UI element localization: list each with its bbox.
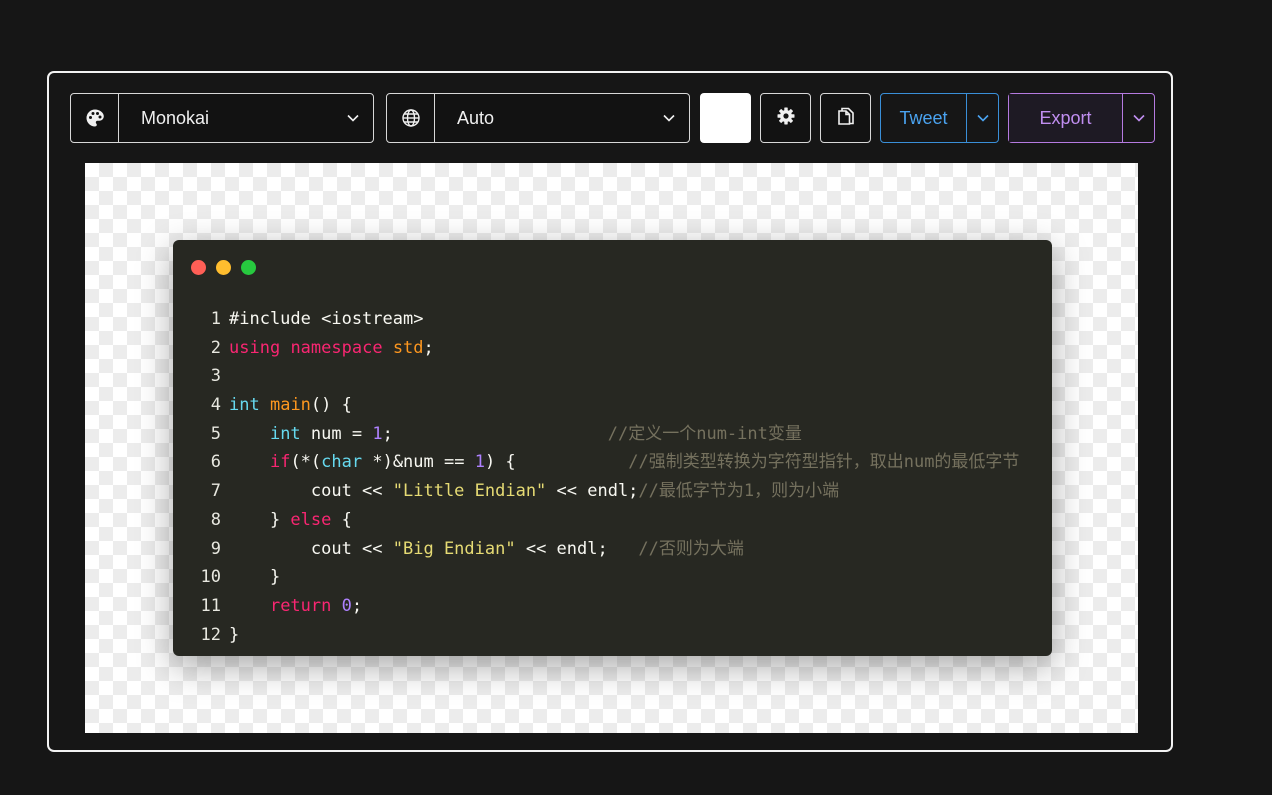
code-line-text: } else {	[229, 509, 352, 530]
line-number: 12	[200, 624, 221, 645]
line-number: 9	[210, 538, 221, 559]
code-line-text: cout << "Big Endian" << endl; //否则为大端	[229, 538, 744, 559]
line-number: 10	[200, 567, 221, 588]
close-dot	[191, 260, 206, 275]
code-line-text: cout << "Little Endian" << endl;//最低字节为1…	[229, 481, 840, 502]
globe-icon	[387, 94, 435, 142]
code-line: 3	[193, 362, 1019, 391]
line-number: 7	[210, 481, 221, 502]
code-line-text: }	[229, 624, 240, 645]
background-color-picker[interactable]	[700, 93, 751, 143]
copy-button[interactable]	[820, 93, 871, 143]
maximize-dot	[241, 260, 256, 275]
palette-icon	[71, 94, 119, 142]
code-line: 11 return 0;	[193, 592, 1019, 621]
line-number: 11	[200, 595, 221, 616]
chevron-down-icon	[976, 109, 989, 127]
code-line: 8 } else {	[193, 506, 1019, 535]
code-line: 2 using namespace std;	[193, 334, 1019, 363]
code-window: 1 #include <iostream> 2 using namespace std…	[173, 240, 1052, 656]
settings-button[interactable]	[760, 93, 811, 143]
line-number: 1	[210, 309, 221, 329]
line-number: 8	[210, 509, 221, 530]
code-line-text: #include <iostream>	[229, 309, 424, 329]
export-canvas: 1 #include <iostream> 2 using namespace std…	[85, 163, 1138, 733]
chevron-down-icon	[649, 114, 689, 122]
code-line-text: if(*(char *)&num == 1) { //强制类型转换为字符型指针，…	[269, 452, 1020, 473]
tweet-button[interactable]: Tweet	[881, 94, 967, 142]
code-line-text: return 0;	[269, 595, 363, 616]
code-line: 9 cout << "Big Endian" << endl; //否则为大端	[193, 535, 1019, 564]
code-line-text: int num = 1; //定义一个num-int变量	[269, 423, 802, 444]
theme-select-value: Monokai	[141, 107, 210, 128]
theme-select[interactable]: Monokai	[70, 93, 374, 143]
chevron-down-icon	[1132, 109, 1145, 127]
line-number: 6	[210, 452, 221, 473]
language-select[interactable]: Auto	[386, 93, 690, 143]
export-button-group: Export	[1008, 93, 1155, 143]
code-line: 6 if(*(char *)&num == 1) { //强制类型转换为字符型指…	[193, 448, 1020, 477]
tweet-options-button[interactable]	[967, 94, 998, 142]
code-line: 7 cout << "Little Endian" << endl;//最低字节…	[193, 477, 1019, 506]
code-editor[interactable]: 1 #include <iostream> 2 using namespace std…	[193, 305, 1020, 650]
line-number: 5	[210, 423, 221, 444]
copy-file-icon	[837, 106, 855, 131]
code-line: 4 int main() {	[193, 391, 1019, 420]
code-line: 12}	[193, 621, 1019, 650]
gear-icon	[776, 106, 796, 131]
code-line-text: using namespace std;	[229, 337, 434, 358]
export-button[interactable]: Export	[1009, 94, 1123, 142]
code-line: 10 }	[193, 563, 1019, 592]
line-number: 3	[210, 366, 221, 387]
tweet-button-group: Tweet	[880, 93, 999, 143]
minimize-dot	[216, 260, 231, 275]
code-line: 1 #include <iostream>	[193, 305, 1019, 334]
code-line-text: int main() {	[229, 395, 352, 416]
code-line-text: }	[229, 567, 281, 588]
chevron-down-icon	[333, 114, 373, 122]
export-options-button[interactable]	[1123, 94, 1154, 142]
code-line: 5 int num = 1; //定义一个num-int变量	[193, 420, 1019, 449]
line-number: 2	[210, 337, 221, 358]
language-select-value: Auto	[457, 107, 495, 128]
line-number: 4	[210, 395, 221, 416]
